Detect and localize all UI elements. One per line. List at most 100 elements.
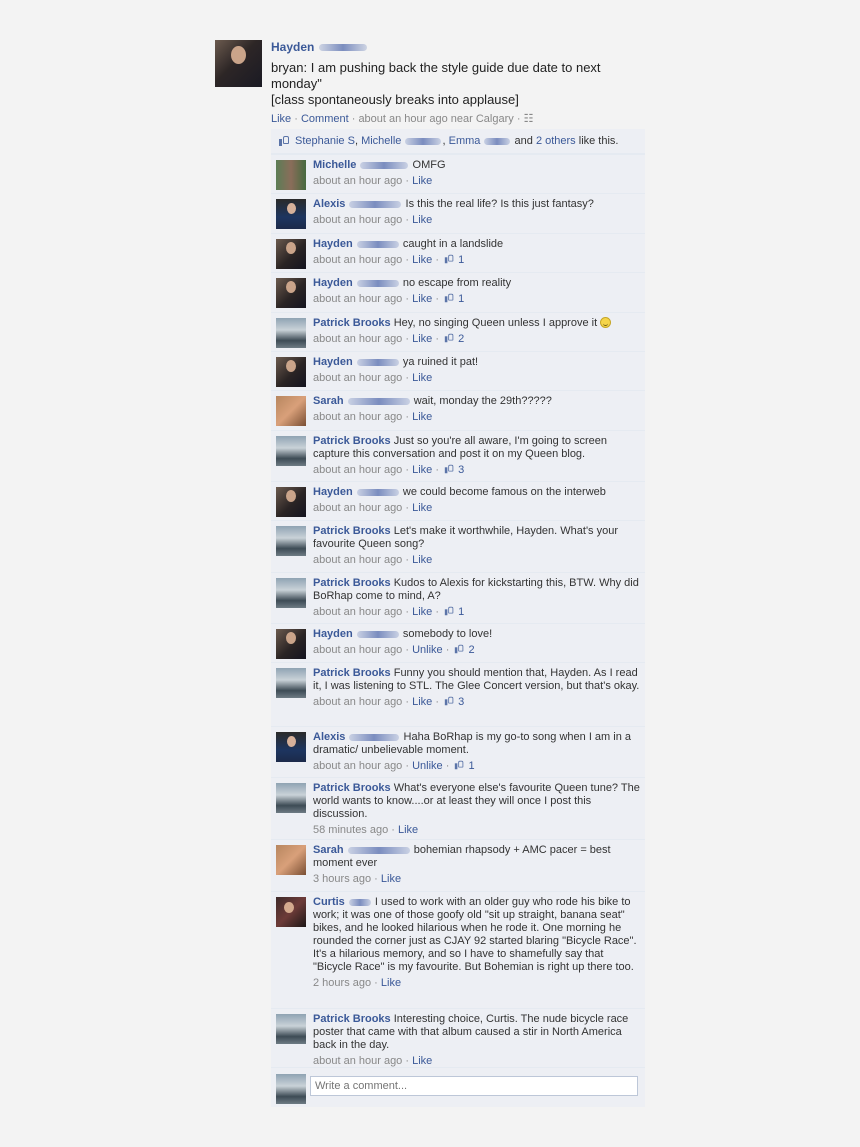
unlike-link[interactable]: Unlike: [412, 644, 443, 656]
comment-timestamp: about an hour ago: [313, 644, 403, 656]
commenter-avatar[interactable]: [276, 897, 306, 927]
commenter-avatar[interactable]: [276, 526, 306, 556]
unlike-link[interactable]: Unlike: [412, 760, 443, 772]
commenter-avatar[interactable]: [276, 845, 306, 875]
like-link[interactable]: Like: [412, 554, 432, 566]
comment-meta: about an hour ago · Like: [313, 175, 433, 187]
post-line: [class spontaneously breaks into applaus…: [271, 92, 519, 107]
commenter-name[interactable]: Curtis: [313, 896, 345, 908]
comment-meta: about an hour ago · Like · 1: [313, 254, 465, 266]
comment-meta: about an hour ago · Like · 2: [313, 333, 465, 345]
comment-item: Alexis Is this the real life? Is this ju…: [271, 193, 645, 234]
commenter-name[interactable]: Hayden: [313, 277, 353, 289]
like-count[interactable]: 1: [465, 760, 475, 772]
commenter-name[interactable]: Sarah: [313, 844, 344, 856]
thumbs-up-icon: [444, 293, 454, 303]
commenter-avatar[interactable]: [276, 1014, 306, 1044]
like-link[interactable]: Like: [412, 254, 432, 266]
like-link[interactable]: Like: [412, 214, 432, 226]
comment-body: Sarah bohemian rhapsody + AMC pacer = be…: [313, 844, 641, 886]
liker-link[interactable]: Stephanie S: [295, 135, 355, 147]
commenter-avatar[interactable]: [276, 487, 306, 517]
commenter-avatar[interactable]: [276, 357, 306, 387]
like-count[interactable]: 1: [455, 606, 464, 618]
comment-meta: about an hour ago · Unlike · 1: [313, 760, 475, 772]
like-link[interactable]: Like: [412, 293, 432, 305]
like-link[interactable]: Like: [398, 824, 418, 836]
commenter-avatar[interactable]: [276, 436, 306, 466]
commenter-avatar[interactable]: [276, 239, 306, 269]
comment-body: Patrick Brooks Interesting choice, Curti…: [313, 1013, 641, 1068]
like-link[interactable]: Like: [381, 873, 401, 885]
like-link[interactable]: Like: [412, 464, 432, 476]
like-count[interactable]: 1: [455, 293, 464, 305]
commenter-name[interactable]: Hayden: [313, 356, 353, 368]
comment-item: Curtis I used to work with an older guy …: [271, 891, 645, 1009]
commenter-name[interactable]: Hayden: [313, 486, 353, 498]
commenter-name[interactable]: Patrick Brooks: [313, 525, 391, 537]
post-comment-link[interactable]: Comment: [301, 113, 349, 125]
comment-body: Patrick Brooks Let's make it worthwhile,…: [313, 525, 641, 567]
like-count[interactable]: 3: [455, 464, 464, 476]
comment-text: somebody to love!: [402, 628, 493, 640]
like-count[interactable]: 2: [465, 644, 475, 656]
like-link[interactable]: Like: [412, 372, 432, 384]
like-link[interactable]: Like: [381, 977, 401, 989]
commenter-name[interactable]: Patrick Brooks: [313, 667, 391, 679]
comment-body: Michelle OMFG about an hour ago · Like: [313, 159, 641, 188]
commenter-name[interactable]: Patrick Brooks: [313, 435, 391, 447]
commenter-name[interactable]: Patrick Brooks: [313, 1013, 391, 1025]
author-name[interactable]: Hayden: [271, 40, 368, 54]
like-link[interactable]: Like: [412, 606, 432, 618]
commenter-avatar[interactable]: [276, 318, 306, 348]
commenter-name[interactable]: Sarah: [313, 395, 344, 407]
commenter-avatar[interactable]: [276, 160, 306, 190]
like-link[interactable]: Like: [412, 333, 432, 345]
liker-link[interactable]: Emma: [449, 135, 512, 147]
commenter-name[interactable]: Hayden: [313, 238, 353, 250]
like-count[interactable]: 3: [455, 696, 464, 708]
commenter-avatar[interactable]: [276, 732, 306, 762]
comment-body: Patrick Brooks Funny you should mention …: [313, 667, 641, 709]
commenter-name[interactable]: Patrick Brooks: [313, 577, 391, 589]
post-like-link[interactable]: Like: [271, 113, 291, 125]
like-count[interactable]: 2: [455, 333, 464, 345]
like-link[interactable]: Like: [412, 175, 432, 187]
commenter-avatar[interactable]: [276, 783, 306, 813]
comment-timestamp: about an hour ago: [313, 333, 403, 345]
commenter-avatar[interactable]: [276, 396, 306, 426]
comment-text: ya ruined it pat!: [402, 356, 479, 368]
others-link[interactable]: 2 others: [536, 135, 576, 147]
liker-link[interactable]: Michelle: [361, 135, 442, 147]
like-count[interactable]: 1: [455, 254, 464, 266]
like-link[interactable]: Like: [412, 411, 432, 423]
redacted-surname: [349, 200, 402, 208]
commenter-name[interactable]: Alexis: [313, 198, 345, 210]
author-avatar[interactable]: [215, 40, 262, 87]
redacted-surname: [356, 630, 399, 638]
comment-timestamp: about an hour ago: [313, 464, 403, 476]
comment-timestamp: about an hour ago: [313, 175, 403, 187]
commenter-avatar[interactable]: [276, 199, 306, 229]
comment-timestamp: about an hour ago: [313, 502, 403, 514]
commenter-avatar[interactable]: [276, 668, 306, 698]
comment-item: Sarah bohemian rhapsody + AMC pacer = be…: [271, 839, 645, 892]
commenter-avatar[interactable]: [276, 278, 306, 308]
redacted-surname: [356, 240, 399, 248]
like-link[interactable]: Like: [412, 1055, 432, 1067]
comment-item: Patrick Brooks Kudos to Alexis for kicks…: [271, 572, 645, 624]
comment-input[interactable]: [310, 1076, 638, 1096]
comment-meta: about an hour ago · Like · 1: [313, 293, 465, 305]
redacted-surname: [405, 137, 442, 145]
commenter-name[interactable]: Patrick Brooks: [313, 782, 391, 794]
like-link[interactable]: Like: [412, 696, 432, 708]
commenter-name[interactable]: Hayden: [313, 628, 353, 640]
comment-item: Patrick Brooks Interesting choice, Curti…: [271, 1008, 645, 1068]
commenter-name[interactable]: Michelle: [313, 159, 356, 171]
commenter-avatar[interactable]: [276, 629, 306, 659]
commenter-avatar[interactable]: [276, 578, 306, 608]
commenter-name[interactable]: Patrick Brooks: [313, 317, 391, 329]
thumbs-up-icon: [444, 333, 454, 343]
like-link[interactable]: Like: [412, 502, 432, 514]
commenter-name[interactable]: Alexis: [313, 731, 345, 743]
